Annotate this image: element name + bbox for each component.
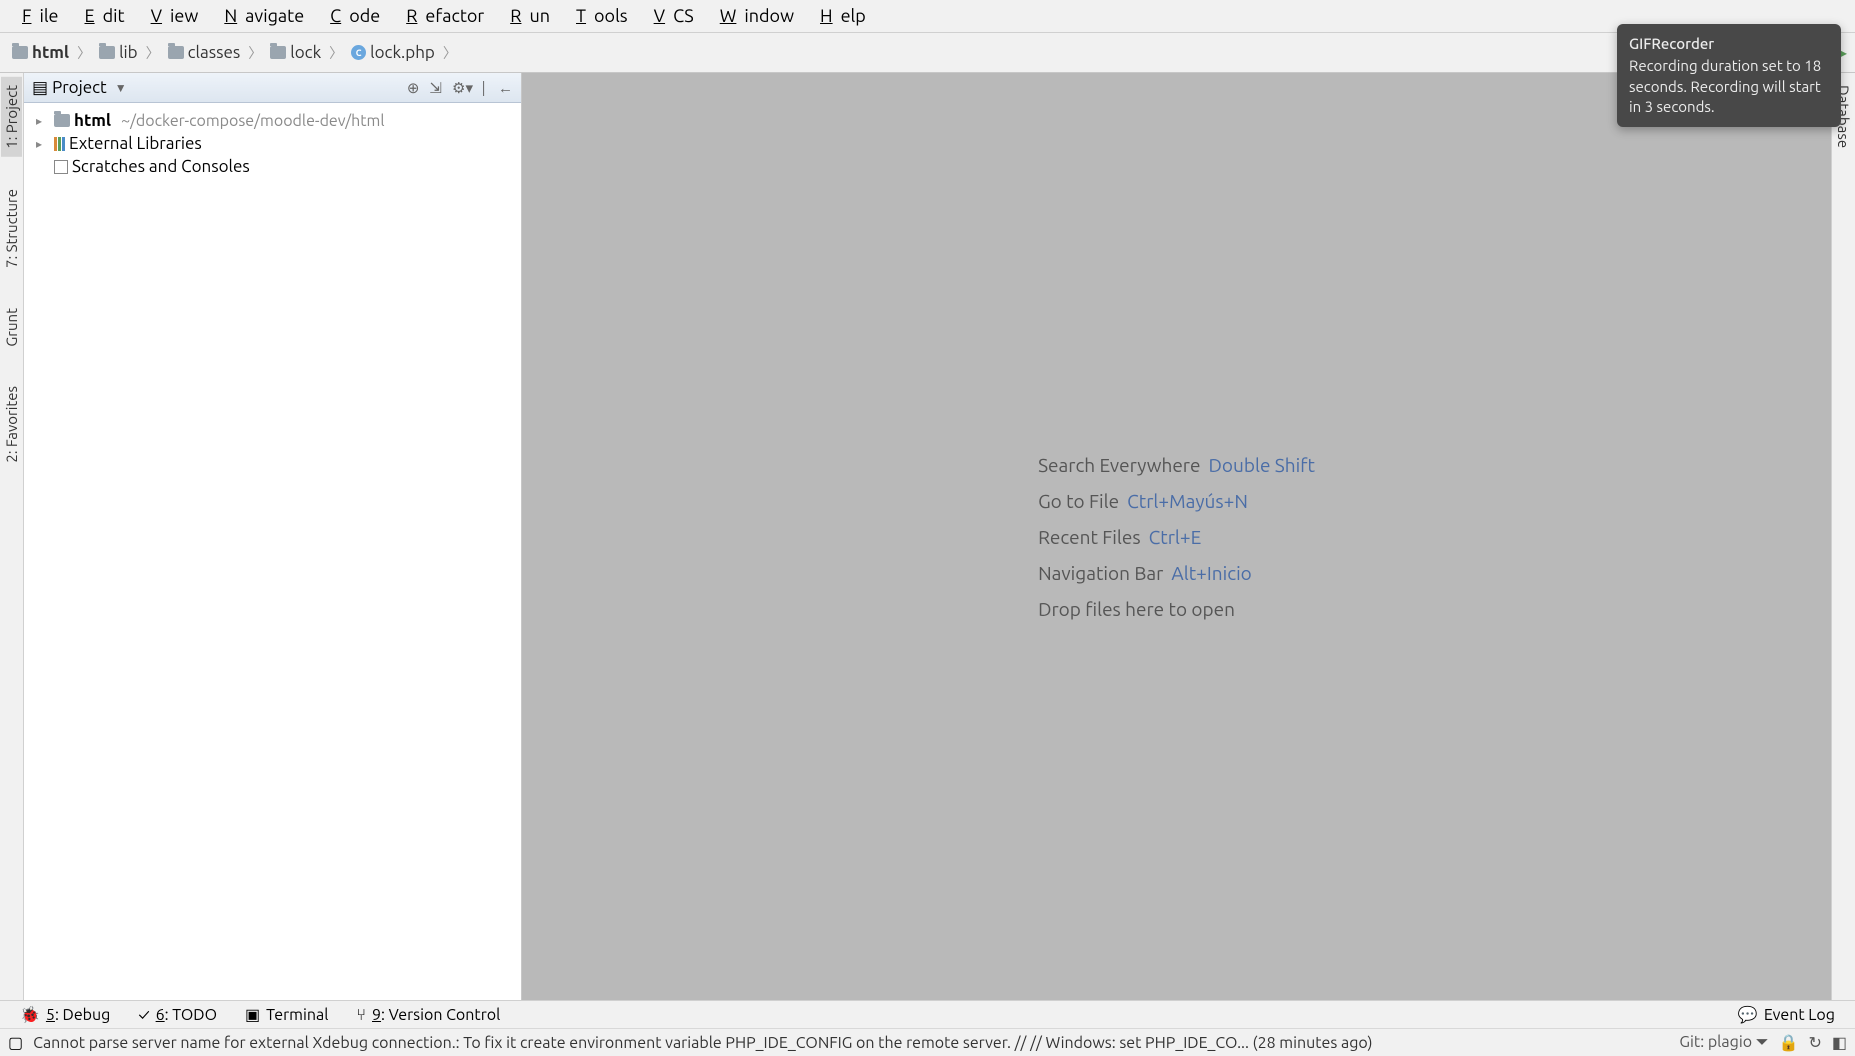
folder-icon — [12, 46, 28, 59]
tab-icon: ✓ — [138, 1006, 149, 1024]
scratch-icon — [54, 160, 68, 174]
right-tool-strip: Database — [1831, 73, 1855, 1000]
bottom-tabs: 🐞5: Debug ✓6: TODO ▣Terminal ⑂9: Version Co… — [20, 1005, 500, 1024]
menu-bar: FileEditViewNavigateCodeRefactorRunTools… — [0, 0, 1855, 33]
chevron-right-icon: 〉 — [329, 43, 343, 63]
editor-empty-area[interactable]: Search EverywhereDouble Shift Go to FileC… — [522, 73, 1831, 1000]
tab-icon: 🐞 — [20, 1005, 40, 1024]
git-branch-label[interactable]: Git: plagio ⏷ — [1679, 1033, 1768, 1052]
sync-icon[interactable]: ↻ — [1808, 1033, 1821, 1052]
shortcut-label: Double Shift — [1208, 454, 1314, 476]
folder-icon — [54, 114, 70, 127]
tree-item[interactable]: ▸External Libraries — [28, 132, 517, 155]
tab-icon: ▣ — [245, 1005, 260, 1024]
menu-vcs[interactable]: VCS — [638, 4, 702, 28]
editor-hint: Go to FileCtrl+Mayús+N — [1038, 490, 1315, 512]
folder-icon — [168, 46, 184, 59]
notification-popup[interactable]: GIFRecorder Recording duration set to 18… — [1617, 24, 1841, 127]
bottom-tab-terminal[interactable]: ▣Terminal — [245, 1005, 328, 1024]
tab-icon: ⑂ — [356, 1006, 366, 1024]
breadcrumb-html[interactable]: html — [8, 41, 73, 64]
shortcut-label: Ctrl+Mayús+N — [1127, 490, 1248, 512]
menu-edit[interactable]: Edit — [69, 4, 133, 28]
menu-run[interactable]: Run — [494, 4, 558, 28]
project-title[interactable]: Project — [52, 78, 107, 97]
left-tool-strip: 1: Project 7: Structure Grunt 2: Favorites — [0, 73, 24, 1000]
shortcut-label: Ctrl+E — [1149, 526, 1202, 548]
library-icon — [54, 137, 65, 151]
locate-icon[interactable]: ⊕ — [407, 79, 420, 97]
status-icon[interactable]: ▢ — [8, 1033, 23, 1052]
tool-grunt[interactable]: Grunt — [1, 300, 22, 355]
tree-item[interactable]: Scratches and Consoles — [28, 155, 517, 178]
bottom-tool-strip: 🐞5: Debug ✓6: TODO ▣Terminal ⑂9: Version Co… — [0, 1000, 1855, 1028]
shortcut-label: Alt+Inicio — [1171, 562, 1251, 584]
notification-body: Recording duration set to 18 seconds. Re… — [1629, 56, 1829, 117]
status-bar: ▢ Cannot parse server name for external … — [0, 1028, 1855, 1056]
menu-tools[interactable]: Tools — [560, 4, 636, 28]
chevron-right-icon: 〉 — [248, 43, 262, 63]
notification-title: GIFRecorder — [1629, 34, 1829, 54]
tool----project[interactable]: 1: Project — [1, 77, 22, 157]
lock-icon[interactable]: 🔒 — [1779, 1033, 1799, 1052]
project-header: ▤ Project ▼ ⊕ ⇲ ⚙▾ ⎸← — [24, 73, 521, 103]
project-view-icon: ▤ — [32, 78, 48, 98]
breadcrumb-lib[interactable]: lib — [95, 41, 142, 64]
menu-navigate[interactable]: Navigate — [208, 4, 312, 28]
main-body: 1: Project7: StructureGrunt2: Favorites … — [0, 73, 1855, 1000]
breadcrumb-lock[interactable]: lock — [266, 41, 325, 64]
menu-window[interactable]: Window — [704, 4, 802, 28]
breadcrumb-classes[interactable]: classes — [164, 41, 245, 64]
editor-hints: Search EverywhereDouble Shift Go to FileC… — [1038, 454, 1315, 620]
breadcrumb-lock-php[interactable]: Clock.php — [347, 41, 439, 64]
collapse-icon[interactable]: ⇲ — [429, 79, 442, 97]
event-log-label: Event Log — [1764, 1006, 1835, 1024]
bottom-tab----version-control[interactable]: ⑂9: Version Control — [356, 1005, 500, 1024]
dropdown-icon[interactable]: ▼ — [115, 81, 127, 95]
breadcrumb: html〉lib〉classes〉lock〉Clock.php〉 — [8, 41, 1761, 64]
menu-help[interactable]: Help — [804, 4, 874, 28]
chevron-right-icon: 〉 — [146, 43, 160, 63]
editor-hint: Recent FilesCtrl+E — [1038, 526, 1315, 548]
event-log-tab[interactable]: 💬 Event Log — [1738, 1005, 1835, 1024]
project-tree[interactable]: ▸html~/docker-compose/moodle-dev/html▸Ex… — [24, 103, 521, 184]
expand-arrow-icon[interactable]: ▸ — [36, 137, 50, 151]
editor-hint: Navigation BarAlt+Inicio — [1038, 562, 1315, 584]
project-tool-window: ▤ Project ▼ ⊕ ⇲ ⚙▾ ⎸← ▸html~/docker-comp… — [24, 73, 522, 1000]
menu-file[interactable]: File — [6, 4, 67, 28]
chevron-right-icon: 〉 — [443, 43, 457, 63]
editor-hint: Drop files here to open — [1038, 598, 1315, 620]
folder-icon — [99, 46, 115, 59]
folder-icon — [270, 46, 286, 59]
event-log-icon: 💬 — [1738, 1005, 1758, 1024]
tool----favorites[interactable]: 2: Favorites — [1, 378, 22, 471]
expand-arrow-icon[interactable]: ▸ — [36, 114, 50, 128]
hide-icon[interactable]: ⎸← — [483, 79, 513, 97]
tree-item[interactable]: ▸html~/docker-compose/moodle-dev/html — [28, 109, 517, 132]
navigation-bar: html〉lib〉classes〉lock〉Clock.php〉 ▾ ▶ — [0, 33, 1855, 73]
editor-hint: Search EverywhereDouble Shift — [1038, 454, 1315, 476]
menu-refactor[interactable]: Refactor — [390, 4, 492, 28]
status-message: Cannot parse server name for external Xd… — [33, 1034, 1669, 1052]
php-file-icon: C — [351, 45, 366, 60]
settings-gear-icon[interactable]: ⚙▾ — [452, 79, 473, 97]
bottom-tab----debug[interactable]: 🐞5: Debug — [20, 1005, 110, 1024]
tool----structure[interactable]: 7: Structure — [1, 181, 22, 276]
chevron-right-icon: 〉 — [77, 43, 91, 63]
inspector-icon[interactable]: ◧ — [1832, 1033, 1847, 1052]
bottom-tab----todo[interactable]: ✓6: TODO — [138, 1005, 217, 1024]
menu-view[interactable]: View — [135, 4, 207, 28]
menu-code[interactable]: Code — [314, 4, 388, 28]
